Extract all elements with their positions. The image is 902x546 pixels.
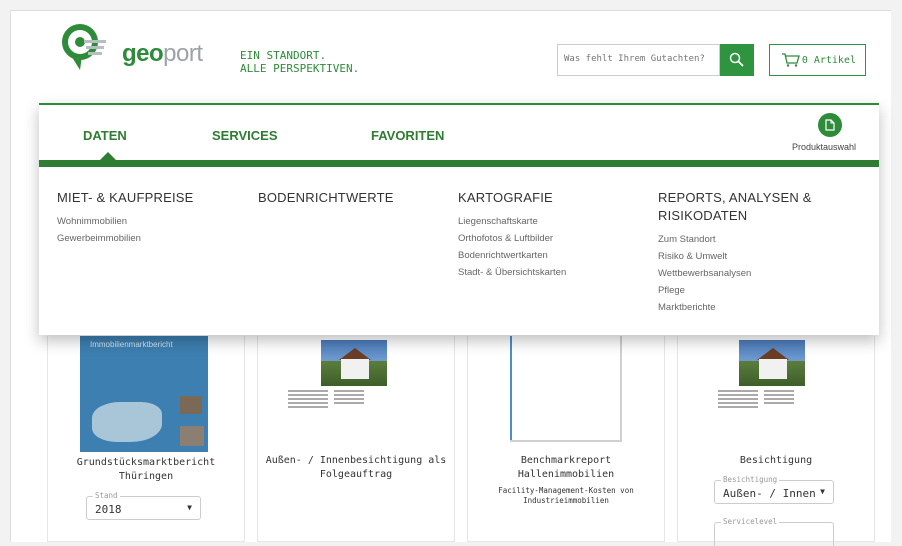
card-title-line1: Grundstücksmarktbericht — [76, 457, 216, 468]
chevron-down-icon: ▼ — [187, 503, 192, 512]
menu-heading-line1: REPORTS, ANALYSEN & — [658, 190, 812, 205]
produktauswahl-label[interactable]: Produktauswahl — [792, 142, 856, 152]
menu-heading[interactable]: REPORTS, ANALYSEN & RISIKODATEN — [658, 189, 812, 225]
card-title: Benchmarkreport Hallenimmobilien — [468, 454, 664, 482]
tagline-line1: EIN STANDORT. — [240, 49, 327, 62]
card-title-line1: Außen- / Innenbesichtigung als — [265, 455, 447, 466]
menu-link-orthofotos[interactable]: Orthofotos & Luftbilder — [458, 230, 566, 247]
stand-select-value: 2018 — [95, 503, 122, 516]
menu-link-marktberichte[interactable]: Marktberichte — [658, 299, 812, 316]
tagline-line2: ALLE PERSPEKTIVEN. — [240, 62, 360, 75]
cart-label: 0 Artikel — [801, 54, 856, 66]
stand-select[interactable]: Stand 2018 ▼ — [86, 491, 201, 520]
menu-link-pflege[interactable]: Pflege — [658, 282, 812, 299]
logo-wordmark: geoport — [122, 40, 203, 68]
servicelevel-select-label: Servicelevel — [721, 517, 780, 526]
menu-link-bodenrichtwertkarten[interactable]: Bodenrichtwertkarten — [458, 247, 566, 264]
document-icon — [825, 119, 835, 131]
card-subtitle-line1: Facility-Management-Kosten von — [498, 486, 634, 495]
menu-link-wettbewerbsanalysen[interactable]: Wettbewerbsanalysen — [658, 265, 812, 282]
menu-link-wohnimmobilien[interactable]: Wohnimmobilien — [57, 213, 194, 230]
menu-link-stadt-uebersichtskarten[interactable]: Stadt- & Übersichtskarten — [458, 264, 566, 281]
tab-daten[interactable]: DATEN — [83, 128, 127, 143]
card-title: Besichtigung — [678, 454, 874, 468]
card-title-line1: Besichtigung — [739, 455, 813, 466]
report-page-preview — [510, 336, 622, 442]
menu-link-risiko-umwelt[interactable]: Risiko & Umwelt — [658, 248, 812, 265]
card-title: Außen- / Innenbesichtigung als Folgeauft… — [258, 454, 454, 482]
house-photo — [321, 340, 387, 386]
menu-column-kartografie: KARTOGRAFIE Liegenschaftskarte Orthofoto… — [458, 189, 566, 281]
tab-favoriten[interactable]: FAVORITEN — [371, 128, 444, 143]
report-accent-bar — [510, 336, 512, 440]
besichtigung-select-value: Außen- / Innen — [723, 487, 816, 500]
cart-button[interactable]: 0 Artikel — [769, 44, 866, 76]
product-card-benchmarkreport[interactable]: Benchmarkreport Hallenimmobilien Facilit… — [467, 336, 665, 542]
card-title: Grundstücksmarktbericht Thüringen — [48, 456, 244, 484]
cover-title: Immobilienmarktbericht — [90, 340, 173, 349]
menu-column-miet-kaufpreise: MIET- & KAUFPREISE Wohnimmobilien Gewerb… — [57, 189, 194, 247]
cart-icon — [782, 53, 800, 67]
nav-top-border — [39, 103, 879, 105]
product-card-besichtigung[interactable]: Besichtigung Besichtigung Außen- / Innen… — [677, 336, 875, 546]
map-shape — [92, 402, 162, 442]
search-button[interactable] — [720, 44, 754, 76]
house-photo — [739, 340, 805, 386]
logo-text-light: port — [163, 40, 203, 67]
location-pin-icon — [62, 24, 106, 70]
cover-photo-1 — [180, 396, 202, 414]
product-card-grundstuecksmarktbericht[interactable]: Immobilienmarktbericht Grundstücksmarktb… — [47, 336, 245, 542]
product-card-besichtigung-folgeauftrag[interactable]: Außen- / Innenbesichtigung als Folgeauft… — [257, 336, 455, 542]
document-preview-lines — [718, 390, 758, 410]
nav-bottom-bar — [39, 160, 879, 167]
besichtigung-select[interactable]: Besichtigung Außen- / Innen ▼ — [714, 475, 834, 504]
besichtigung-select-label: Besichtigung — [721, 475, 780, 484]
tab-services[interactable]: SERVICES — [212, 128, 278, 143]
card-title-line2: Thüringen — [118, 471, 174, 482]
cover-photo-2 — [180, 426, 204, 446]
menu-link-zum-standort[interactable]: Zum Standort — [658, 231, 812, 248]
search-input[interactable] — [558, 45, 725, 73]
menu-column-bodenrichtwerte: BODENRICHTWERTE — [258, 189, 394, 213]
tagline: EIN STANDORT. ALLE PERSPEKTIVEN. — [240, 49, 359, 75]
document-preview-lines-2 — [764, 390, 794, 406]
menu-column-reports: REPORTS, ANALYSEN & RISIKODATEN Zum Stand… — [658, 189, 812, 316]
card-title-line2: Hallenimmobilien — [517, 469, 615, 480]
servicelevel-select[interactable]: Servicelevel — [714, 517, 834, 546]
main-navigation: DATEN SERVICES FAVORITEN Produktauswahl … — [39, 103, 879, 335]
card-subtitle-line2: Industrieimmobilien — [523, 496, 609, 505]
menu-link-gewerbeimmobilien[interactable]: Gewerbeimmobilien — [57, 230, 194, 247]
search-box — [557, 44, 725, 76]
menu-link-liegenschaftskarte[interactable]: Liegenschaftskarte — [458, 213, 566, 230]
menu-heading[interactable]: KARTOGRAFIE — [458, 189, 566, 207]
menu-heading[interactable]: MIET- & KAUFPREISE — [57, 189, 194, 207]
document-preview-lines-2 — [334, 390, 364, 406]
card-title-line2: Folgeauftrag — [319, 469, 393, 480]
card-subtitle: Facility-Management-Kosten von Industrie… — [468, 486, 664, 506]
stand-select-label: Stand — [93, 491, 120, 500]
card-title-line1: Benchmarkreport — [520, 455, 612, 466]
document-preview-lines — [288, 390, 328, 410]
menu-heading[interactable]: BODENRICHTWERTE — [258, 189, 394, 207]
logo-text-bold: geo — [122, 40, 164, 67]
produktauswahl-button[interactable] — [818, 113, 842, 137]
report-cover-image: Immobilienmarktbericht — [80, 336, 208, 452]
chevron-down-icon: ▼ — [820, 487, 825, 496]
search-icon — [729, 52, 744, 67]
menu-heading-line2: RISIKODATEN — [658, 208, 748, 223]
